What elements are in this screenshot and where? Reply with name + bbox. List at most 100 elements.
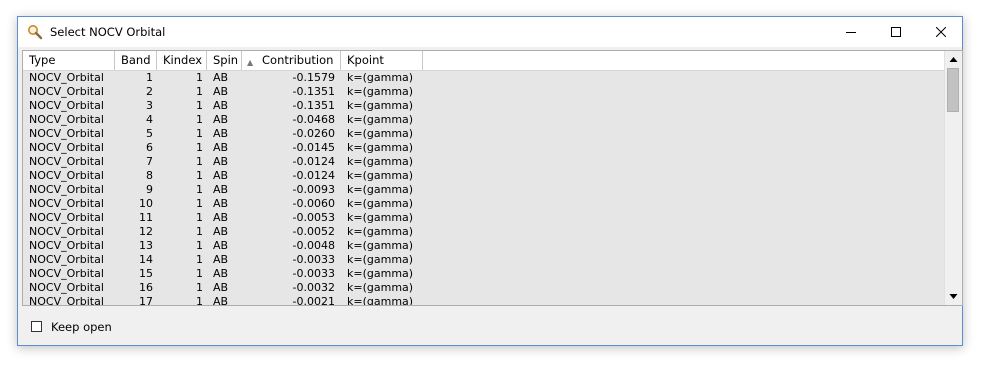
cell-band: 2: [146, 85, 153, 98]
cell-contribution: -0.0021: [292, 295, 335, 306]
cell-type: NOCV_Orbital: [29, 85, 104, 98]
cell-band: 10: [139, 197, 153, 210]
table-row[interactable]: NOCV_Orbital 16 1 AB -0.0032 k=(gamma): [23, 281, 947, 295]
table-row[interactable]: NOCV_Orbital 15 1 AB -0.0033 k=(gamma): [23, 267, 947, 281]
cell-kindex: 1: [196, 281, 203, 294]
cell-contribution: -0.0060: [292, 197, 335, 210]
list-rows: NOCV_Orbital 1 1 AB -0.1579 k=(gamma) NOCV_Orb…: [23, 71, 947, 306]
cell-kpoint: k=(gamma): [347, 225, 414, 238]
cell-spin: AB: [213, 141, 229, 154]
cell-contribution: -0.1579: [292, 71, 335, 84]
cell-spin: AB: [213, 183, 229, 196]
cell-kpoint: k=(gamma): [347, 239, 414, 252]
table-row[interactable]: NOCV_Orbital 6 1 AB -0.0145 k=(gamma): [23, 141, 947, 155]
window-title: Select NOCV Orbital: [50, 25, 166, 39]
arrow-up-icon: [949, 57, 958, 62]
cell-kpoint: k=(gamma): [347, 183, 414, 196]
cell-band: 6: [146, 141, 153, 154]
maximize-icon: [891, 27, 901, 37]
cell-kindex: 1: [196, 267, 203, 280]
cell-band: 9: [146, 183, 153, 196]
cell-kindex: 1: [196, 239, 203, 252]
column-header-type[interactable]: Type: [23, 51, 115, 70]
cell-spin: AB: [213, 85, 229, 98]
cell-contribution: -0.0124: [292, 155, 335, 168]
cell-type: NOCV_Orbital: [29, 99, 104, 112]
keep-open-checkbox[interactable]: [31, 321, 42, 332]
cell-kindex: 1: [196, 113, 203, 126]
magnifier-icon: [27, 24, 43, 40]
close-button[interactable]: [918, 17, 964, 47]
cell-kpoint: k=(gamma): [347, 197, 414, 210]
table-row[interactable]: NOCV_Orbital 9 1 AB -0.0093 k=(gamma): [23, 183, 947, 197]
keep-open-label: Keep open: [51, 320, 112, 334]
close-icon: [936, 27, 946, 37]
column-header-kpoint[interactable]: Kpoint: [341, 51, 423, 70]
cell-band: 4: [146, 113, 153, 126]
cell-type: NOCV_Orbital: [29, 127, 104, 140]
cell-type: NOCV_Orbital: [29, 295, 104, 306]
cell-type: NOCV_Orbital: [29, 141, 104, 154]
cell-spin: AB: [213, 99, 229, 112]
cell-band: 15: [139, 267, 153, 280]
maximize-button[interactable]: [873, 17, 919, 47]
cell-kindex: 1: [196, 295, 203, 306]
table-row[interactable]: NOCV_Orbital 14 1 AB -0.0033 k=(gamma): [23, 253, 947, 267]
cell-kpoint: k=(gamma): [347, 85, 414, 98]
cell-spin: AB: [213, 295, 229, 306]
cell-band: 3: [146, 99, 153, 112]
table-row[interactable]: NOCV_Orbital 4 1 AB -0.0468 k=(gamma): [23, 113, 947, 127]
cell-contribution: -0.0032: [292, 281, 335, 294]
table-row[interactable]: NOCV_Orbital 5 1 AB -0.0260 k=(gamma): [23, 127, 947, 141]
table-row[interactable]: NOCV_Orbital 17 1 AB -0.0021 k=(gamma): [23, 295, 947, 306]
cell-spin: AB: [213, 197, 229, 210]
column-header-spin[interactable]: Spin: [207, 51, 242, 70]
cell-spin: AB: [213, 211, 229, 224]
table-row[interactable]: NOCV_Orbital 10 1 AB -0.0060 k=(gamma): [23, 197, 947, 211]
cell-type: NOCV_Orbital: [29, 169, 104, 182]
cell-contribution: -0.1351: [292, 85, 335, 98]
cell-kindex: 1: [196, 183, 203, 196]
cell-contribution: -0.0124: [292, 169, 335, 182]
table-row[interactable]: NOCV_Orbital 3 1 AB -0.1351 k=(gamma): [23, 99, 947, 113]
table-row[interactable]: NOCV_Orbital 7 1 AB -0.0124 k=(gamma): [23, 155, 947, 169]
cell-spin: AB: [213, 267, 229, 280]
cell-spin: AB: [213, 155, 229, 168]
cell-kpoint: k=(gamma): [347, 295, 414, 306]
table-row[interactable]: NOCV_Orbital 2 1 AB -0.1351 k=(gamma): [23, 85, 947, 99]
cell-contribution: -0.1351: [292, 99, 335, 112]
cell-kindex: 1: [196, 225, 203, 238]
select-nocv-orbital-window: Select NOCV Orbital Type Band Kindex Spi…: [17, 16, 963, 346]
column-header-contribution[interactable]: ▲ Contribution: [242, 51, 341, 70]
cell-kindex: 1: [196, 127, 203, 140]
column-header-band[interactable]: Band: [115, 51, 157, 70]
scroll-thumb[interactable]: [947, 68, 959, 112]
cell-contribution: -0.0468: [292, 113, 335, 126]
cell-spin: AB: [213, 71, 229, 84]
orbital-list[interactable]: Type Band Kindex Spin ▲ Contribution Kpo…: [22, 50, 963, 306]
table-row[interactable]: NOCV_Orbital 1 1 AB -0.1579 k=(gamma): [23, 71, 947, 85]
table-row[interactable]: NOCV_Orbital 11 1 AB -0.0053 k=(gamma): [23, 211, 947, 225]
cell-band: 11: [139, 211, 153, 224]
minimize-icon: [846, 32, 856, 33]
cell-contribution: -0.0052: [292, 225, 335, 238]
table-row[interactable]: NOCV_Orbital 13 1 AB -0.0048 k=(gamma): [23, 239, 947, 253]
cell-kpoint: k=(gamma): [347, 211, 414, 224]
cell-type: NOCV_Orbital: [29, 197, 104, 210]
minimize-button[interactable]: [828, 17, 874, 47]
table-row[interactable]: NOCV_Orbital 12 1 AB -0.0052 k=(gamma): [23, 225, 947, 239]
table-row[interactable]: NOCV_Orbital 8 1 AB -0.0124 k=(gamma): [23, 169, 947, 183]
title-bar[interactable]: Select NOCV Orbital: [18, 17, 962, 47]
cell-band: 13: [139, 239, 153, 252]
cell-contribution: -0.0260: [292, 127, 335, 140]
column-header-kindex[interactable]: Kindex: [157, 51, 207, 70]
cell-band: 16: [139, 281, 153, 294]
scroll-up-button[interactable]: [945, 51, 962, 68]
cell-type: NOCV_Orbital: [29, 71, 104, 84]
cell-type: NOCV_Orbital: [29, 267, 104, 280]
cell-kindex: 1: [196, 211, 203, 224]
cell-kindex: 1: [196, 141, 203, 154]
scroll-down-button[interactable]: [945, 288, 962, 305]
cell-spin: AB: [213, 239, 229, 252]
vertical-scrollbar[interactable]: [944, 51, 962, 305]
